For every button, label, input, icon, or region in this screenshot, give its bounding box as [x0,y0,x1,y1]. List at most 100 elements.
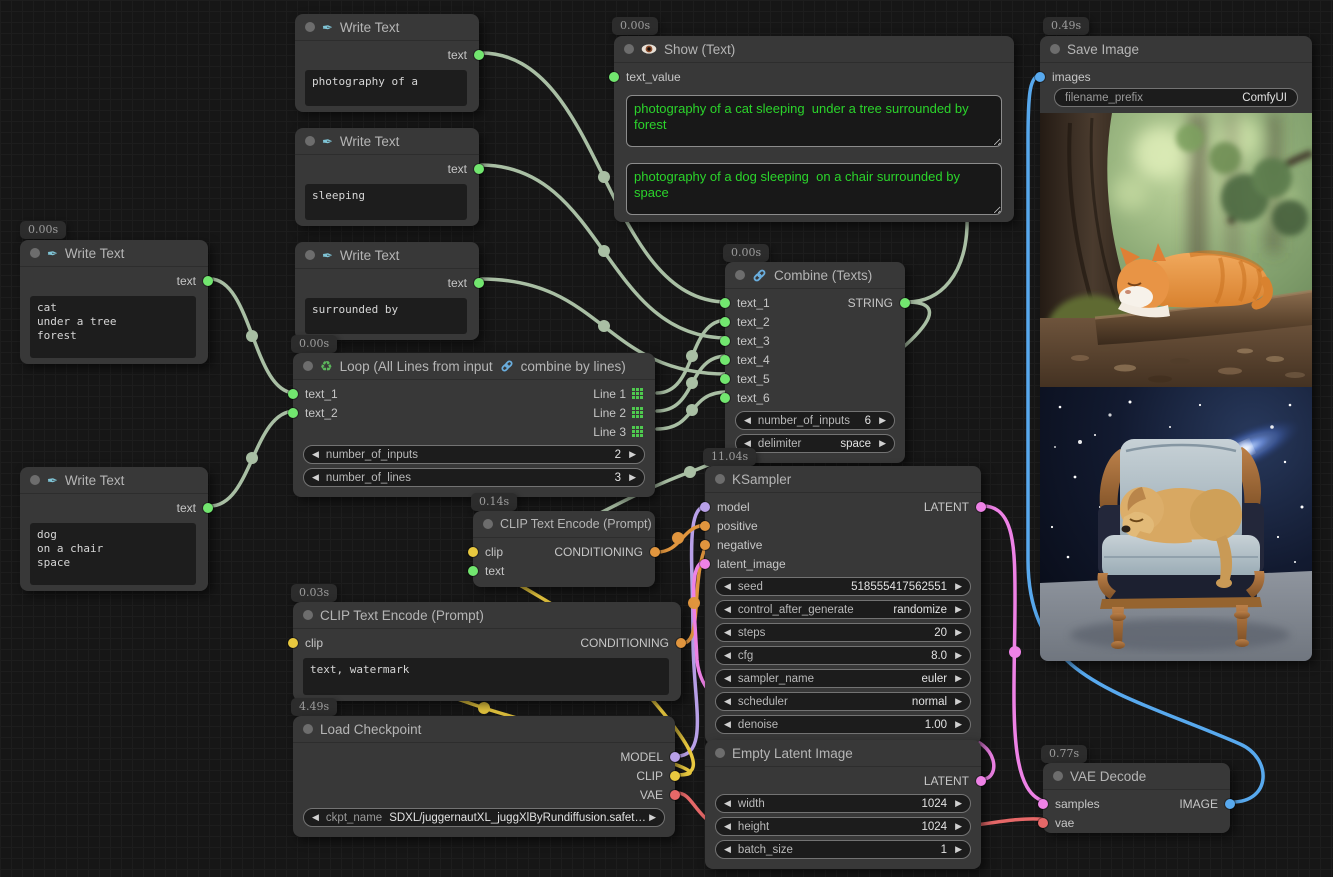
increment-arrow[interactable]: ▶ [955,719,962,730]
text-input-area[interactable]: sleeping [305,184,467,220]
increment-arrow[interactable]: ▶ [955,627,962,638]
increment-arrow[interactable]: ▶ [955,650,962,661]
input-port-text-5[interactable] [720,374,730,384]
decrement-arrow[interactable]: ◀ [724,719,731,730]
collapse-dot[interactable] [30,475,40,485]
collapse-dot[interactable] [305,22,315,32]
widget-control-after-generate[interactable]: ◀control_after_generaterandomize▶ [715,600,971,619]
decrement-arrow[interactable]: ◀ [312,812,319,823]
output-port-clip[interactable] [670,771,680,781]
collapse-dot[interactable] [735,270,745,280]
widget-width[interactable]: ◀width1024▶ [715,794,971,813]
text-input-area[interactable]: cat under a tree forest [30,296,196,358]
widget-number-of-inputs[interactable]: ◀ number_of_inputs 6 ▶ [735,411,895,430]
widget-denoise[interactable]: ◀denoise1.00▶ [715,715,971,734]
node-title-bar[interactable]: ✒ Write Text [295,14,479,41]
decrement-arrow[interactable]: ◀ [724,673,731,684]
increment-arrow[interactable]: ▶ [955,581,962,592]
decrement-arrow[interactable]: ◀ [312,449,319,460]
node-vae-decode[interactable]: VAE Decode samplesIMAGE vae [1043,763,1230,833]
decrement-arrow[interactable]: ◀ [312,472,319,483]
prompt-text-area[interactable]: text, watermark [303,658,669,695]
collapse-dot[interactable] [303,610,313,620]
output-port-conditioning[interactable] [650,547,660,557]
output-port-conditioning[interactable] [676,638,686,648]
increment-arrow[interactable]: ▶ [649,812,656,823]
node-graph-canvas[interactable]: ✒ Write Text text photography of a ✒ Wri… [0,0,1333,877]
widget-height[interactable]: ◀height1024▶ [715,817,971,836]
output-port-text[interactable] [474,164,484,174]
input-port-images[interactable] [1035,72,1045,82]
widget-steps[interactable]: ◀steps20▶ [715,623,971,642]
input-port-text-1[interactable] [720,298,730,308]
input-port-text-3[interactable] [720,336,730,346]
input-port-samples[interactable] [1038,799,1048,809]
shown-text-output-2[interactable]: photography of a dog sleeping on a chair… [626,163,1002,215]
increment-arrow[interactable]: ▶ [955,844,962,855]
node-title-bar[interactable]: ✒ Write Text [295,128,479,155]
node-write-text-surrounded[interactable]: ✒ Write Text text surrounded by [295,242,479,340]
decrement-arrow[interactable]: ◀ [724,696,731,707]
widget-ckpt-name[interactable]: ◀ ckpt_name SDXL/juggernautXL_juggXlByRu… [303,808,665,827]
widget-scheduler[interactable]: ◀schedulernormal▶ [715,692,971,711]
node-title-bar[interactable]: ✒ Write Text [20,240,208,267]
input-port-text-2[interactable] [720,317,730,327]
input-port-vae[interactable] [1038,818,1048,828]
node-show-text[interactable]: Show (Text) text_value photography of a … [614,36,1014,222]
collapse-dot[interactable] [30,248,40,258]
widget-delimiter[interactable]: ◀ delimiter space ▶ [735,434,895,453]
node-title-bar[interactable]: CLIP Text Encode (Prompt) [293,602,681,629]
input-port-model[interactable] [700,502,710,512]
node-combine-texts[interactable]: Combine (Texts) text_1STRING text_2 text… [725,262,905,463]
increment-arrow[interactable]: ▶ [879,438,886,449]
text-input-area[interactable]: photography of a [305,70,467,106]
increment-arrow[interactable]: ▶ [629,449,636,460]
collapse-dot[interactable] [715,748,725,758]
node-write-text-dog[interactable]: ✒ Write Text text dog on a chair space [20,467,208,591]
grid-icon[interactable] [632,388,643,399]
output-port-text[interactable] [203,276,213,286]
node-title-bar[interactable]: ♻ Loop (All Lines from input combine by … [293,353,655,380]
increment-arrow[interactable]: ▶ [955,673,962,684]
input-port-text[interactable] [468,566,478,576]
output-port-image[interactable] [1225,799,1235,809]
input-port-text-2[interactable] [288,408,298,418]
widget-cfg[interactable]: ◀cfg8.0▶ [715,646,971,665]
decrement-arrow[interactable]: ◀ [724,798,731,809]
decrement-arrow[interactable]: ◀ [724,627,731,638]
increment-arrow[interactable]: ▶ [955,821,962,832]
collapse-dot[interactable] [624,44,634,54]
collapse-dot[interactable] [303,724,313,734]
output-port-string[interactable] [900,298,910,308]
node-write-text-photography[interactable]: ✒ Write Text text photography of a [295,14,479,112]
input-port-text-value[interactable] [609,72,619,82]
decrement-arrow[interactable]: ◀ [724,604,731,615]
text-input-area[interactable]: dog on a chair space [30,523,196,585]
widget-number-of-inputs[interactable]: ◀ number_of_inputs 2 ▶ [303,445,645,464]
output-port-text[interactable] [474,278,484,288]
increment-arrow[interactable]: ▶ [879,415,886,426]
output-port-latent[interactable] [976,502,986,512]
grid-icon[interactable] [632,426,643,437]
input-port-positive[interactable] [700,521,710,531]
node-title-bar[interactable]: KSampler [705,466,981,493]
node-load-checkpoint[interactable]: Load Checkpoint MODEL CLIP VAE ◀ ckpt_na… [293,716,675,837]
widget-number-of-lines[interactable]: ◀ number_of_lines 3 ▶ [303,468,645,487]
collapse-dot[interactable] [715,474,725,484]
input-port-clip[interactable] [468,547,478,557]
collapse-dot[interactable] [305,250,315,260]
node-title-bar[interactable]: Combine (Texts) [725,262,905,289]
output-port-vae[interactable] [670,790,680,800]
output-port-text[interactable] [474,50,484,60]
input-port-text-1[interactable] [288,389,298,399]
input-port-text-4[interactable] [720,355,730,365]
node-title-bar[interactable]: ✒ Write Text [20,467,208,494]
decrement-arrow[interactable]: ◀ [744,415,751,426]
collapse-dot[interactable] [305,136,315,146]
node-empty-latent-image[interactable]: Empty Latent Image LATENT ◀width1024▶ ◀h… [705,740,981,869]
increment-arrow[interactable]: ▶ [955,604,962,615]
output-port-text[interactable] [203,503,213,513]
input-port-negative[interactable] [700,540,710,550]
node-title-bar[interactable]: ✒ Write Text [295,242,479,269]
collapse-dot[interactable] [1050,44,1060,54]
